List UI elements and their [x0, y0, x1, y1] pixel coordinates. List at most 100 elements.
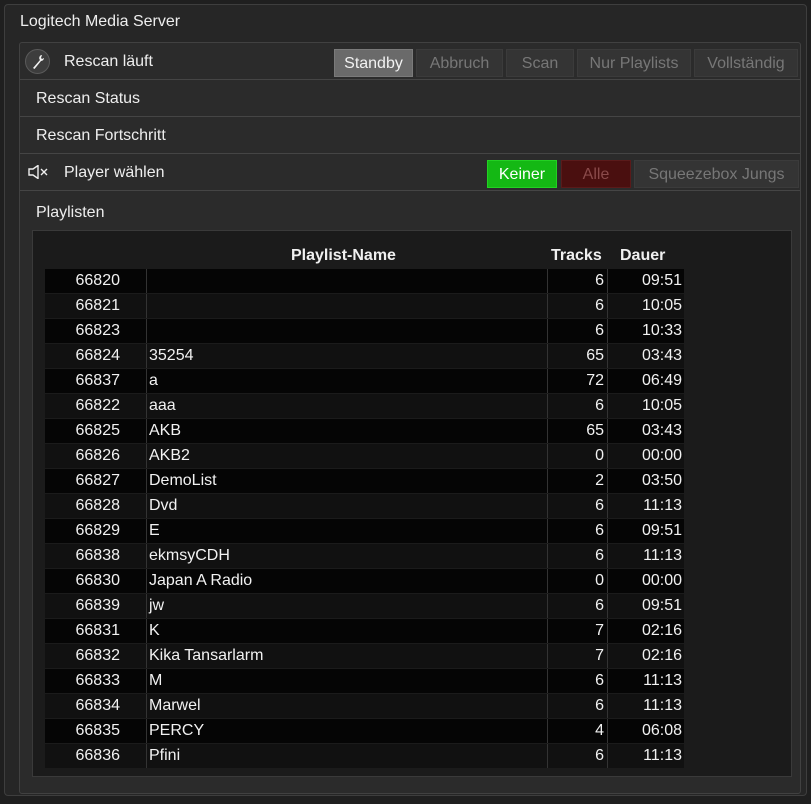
table-row[interactable]: 66839 jw 6 09:51 — [45, 594, 684, 618]
playlist-duration: 11:13 — [607, 744, 684, 768]
playlist-name: Pfini — [146, 744, 548, 768]
playlist-id: 66828 — [75, 497, 121, 514]
playlist-duration: 11:13 — [607, 544, 684, 568]
playlist-name: a — [146, 369, 548, 393]
rescan-playlists-only-button[interactable]: Nur Playlists — [577, 49, 691, 77]
track-count: 7 — [595, 647, 604, 664]
playlist-name: DemoList — [146, 469, 548, 493]
playlist-id: 66832 — [75, 647, 121, 664]
playlist-id: 66820 — [75, 272, 121, 289]
playlist-id: 66833 — [75, 672, 121, 689]
table-row[interactable]: 66830 Japan A Radio 0 00:00 — [45, 569, 684, 593]
speaker-muted-icon — [28, 165, 48, 179]
rescan-scan-button[interactable]: Scan — [506, 49, 574, 77]
table-row[interactable]: 66821 6 10:05 — [45, 294, 684, 318]
player-none-button[interactable]: Keiner — [487, 160, 557, 188]
player-squeezebox-button[interactable]: Squeezebox Jungs — [634, 160, 799, 188]
playlist-duration: 03:43 — [607, 419, 684, 443]
playlist-id: 66827 — [75, 472, 121, 489]
playlist-name: Dvd — [146, 494, 548, 518]
table-row[interactable]: 66823 6 10:33 — [45, 319, 684, 343]
playlist-id: 66836 — [75, 747, 121, 764]
rescan-full-button[interactable]: Vollständig — [694, 49, 798, 77]
playlist-duration: 00:00 — [607, 444, 684, 468]
table-row[interactable]: 66829 E 6 09:51 — [45, 519, 684, 543]
table-row[interactable]: 66838 ekmsyCDH 6 11:13 — [45, 544, 684, 568]
track-count: 6 — [595, 747, 604, 764]
player-all-button[interactable]: Alle — [561, 160, 631, 188]
main-window: Logitech Media Server Rescan läuft Stand… — [4, 4, 807, 796]
rescan-row: Rescan läuft Standby Abbruch Scan Nur Pl… — [20, 43, 800, 80]
playlist-duration: 11:13 — [607, 494, 684, 518]
playlist-duration: 10:33 — [607, 319, 684, 343]
rescan-status-row[interactable]: Rescan Status — [20, 80, 800, 117]
table-row[interactable]: 66835 PERCY 4 06:08 — [45, 719, 684, 743]
table-row[interactable]: 66826 AKB2 0 00:00 — [45, 444, 684, 468]
playlist-id: 66822 — [75, 397, 121, 414]
rescan-progress-row[interactable]: Rescan Fortschritt — [20, 117, 800, 154]
table-row[interactable]: 66828 Dvd 6 11:13 — [45, 494, 684, 518]
playlist-name: ekmsyCDH — [146, 544, 548, 568]
rescan-status-label: Rescan Status — [36, 90, 141, 107]
playlist-name: E — [146, 519, 548, 543]
playlists-label: Playlisten — [36, 204, 105, 221]
track-count: 6 — [595, 672, 604, 689]
playlist-duration: 10:05 — [607, 394, 684, 418]
playlist-id: 66838 — [75, 547, 121, 564]
playlist-id: 66826 — [75, 447, 121, 464]
track-count: 4 — [595, 722, 604, 739]
playlist-id: 66834 — [75, 697, 121, 714]
playlist-name: aaa — [146, 394, 548, 418]
table-row[interactable]: 66832 Kika Tansarlarm 7 02:16 — [45, 644, 684, 668]
playlist-id: 66824 — [75, 347, 121, 364]
playlist-table: Playlist-Name Tracks Dauer 66820 6 09:51 66… — [32, 230, 792, 777]
table-row[interactable]: 66824 35254 65 03:43 — [45, 344, 684, 368]
player-label: Player wählen — [64, 164, 165, 181]
table-row[interactable]: 66836 Pfini 6 11:13 — [45, 744, 684, 768]
playlist-name: K — [146, 619, 548, 643]
track-count: 2 — [595, 472, 604, 489]
app-title: Logitech Media Server — [20, 13, 181, 30]
playlist-id: 66825 — [75, 422, 121, 439]
player-row: Player wählen Keiner Alle Squeezebox Jun… — [20, 154, 800, 191]
track-count: 6 — [595, 697, 604, 714]
rescan-standby-button[interactable]: Standby — [334, 49, 413, 77]
playlist-name — [146, 319, 548, 343]
playlist-duration: 02:16 — [607, 644, 684, 668]
table-row[interactable]: 66833 M 6 11:13 — [45, 669, 684, 693]
playlist-duration: 09:51 — [607, 519, 684, 543]
track-count: 7 — [595, 622, 604, 639]
playlist-id: 66830 — [75, 572, 121, 589]
playlist-duration: 02:16 — [607, 619, 684, 643]
playlist-id: 66823 — [75, 322, 121, 339]
wrench-icon[interactable] — [25, 49, 50, 74]
table-row[interactable]: 66837 a 72 06:49 — [45, 369, 684, 393]
playlist-duration: 03:43 — [607, 344, 684, 368]
playlist-name: Japan A Radio — [146, 569, 548, 593]
header-duration[interactable]: Dauer — [620, 247, 665, 265]
track-count: 6 — [595, 522, 604, 539]
table-row[interactable]: 66820 6 09:51 — [45, 269, 684, 293]
table-row[interactable]: 66834 Marwel 6 11:13 — [45, 694, 684, 718]
track-count: 6 — [595, 497, 604, 514]
table-row[interactable]: 66831 K 7 02:16 — [45, 619, 684, 643]
playlist-id: 66829 — [75, 522, 121, 539]
rescan-label: Rescan läuft — [64, 53, 153, 70]
playlist-id: 66831 — [75, 622, 121, 639]
table-row[interactable]: 66822 aaa 6 10:05 — [45, 394, 684, 418]
header-name[interactable]: Playlist-Name — [291, 247, 396, 265]
playlist-name — [146, 269, 548, 293]
playlist-name: PERCY — [146, 719, 548, 743]
playlist-name: AKB — [146, 419, 548, 443]
playlist-duration: 00:00 — [607, 569, 684, 593]
playlist-name: jw — [146, 594, 548, 618]
playlist-name: AKB2 — [146, 444, 548, 468]
track-count: 6 — [595, 272, 604, 289]
header-tracks[interactable]: Tracks — [551, 247, 602, 265]
table-row[interactable]: 66825 AKB 65 03:43 — [45, 419, 684, 443]
track-count: 6 — [595, 597, 604, 614]
playlist-id: 66821 — [75, 297, 121, 314]
rescan-abort-button[interactable]: Abbruch — [416, 49, 503, 77]
table-row[interactable]: 66827 DemoList 2 03:50 — [45, 469, 684, 493]
playlist-duration: 09:51 — [607, 594, 684, 618]
